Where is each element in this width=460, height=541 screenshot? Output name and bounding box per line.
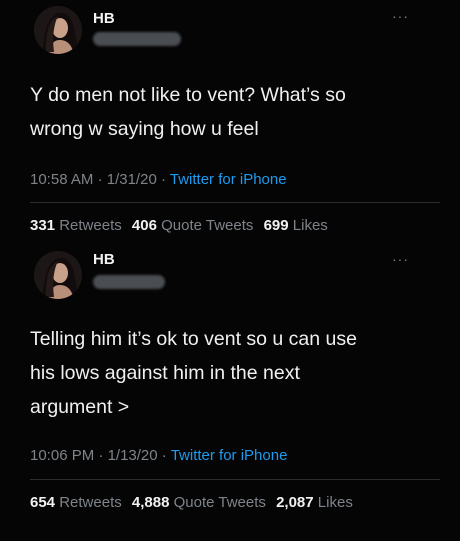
likes-label: Likes <box>317 494 353 511</box>
likes-count: 2,087 <box>276 494 314 511</box>
tweet-text: Telling him it’s ok to vent so u can use… <box>30 322 440 424</box>
tweet-stats: 331 Retweets 406 Quote Tweets 699 Likes <box>30 217 334 234</box>
meta-separator: · <box>98 447 108 464</box>
meta-separator: · <box>160 171 170 188</box>
avatar-photo-icon <box>34 251 82 299</box>
tweet-text: Y do men not like to vent? What’s so wro… <box>30 78 440 146</box>
author-name[interactable]: HB <box>93 251 115 268</box>
tweet-time[interactable]: 10:58 AM <box>30 171 93 188</box>
quote-tweets-count: 406 <box>131 217 157 234</box>
more-dots-icon[interactable]: ··· <box>392 251 409 267</box>
tweet-1[interactable]: HB ··· Y do men not like to vent? What’s… <box>0 0 460 245</box>
tweet-text-line: his lows against him in the next <box>30 362 300 384</box>
tweet-source[interactable]: Twitter for iPhone <box>170 171 287 188</box>
retweets-count: 654 <box>30 494 56 511</box>
tweet-text-line: Y do men not like to vent? What’s so <box>30 84 346 106</box>
blurred-handle <box>93 32 181 46</box>
tweet-source[interactable]: Twitter for iPhone <box>171 447 288 464</box>
avatar[interactable] <box>34 6 82 54</box>
tweet-date[interactable]: 1/13/20 <box>108 447 158 464</box>
tweet-stats: 654 Retweets 4,888 Quote Tweets 2,087 Li… <box>30 494 359 511</box>
likes-label: Likes <box>292 217 328 234</box>
author-name[interactable]: HB <box>93 10 115 27</box>
likes-stat[interactable]: 2,087 Likes <box>276 494 353 511</box>
retweets-label: Retweets <box>59 217 122 234</box>
tweet-text-line: argument > <box>30 396 130 418</box>
tweet-text-line: wrong w saying how u feel <box>30 118 259 140</box>
meta-separator: · <box>161 447 171 464</box>
tweet-time[interactable]: 10:06 PM <box>30 447 94 464</box>
meta-separator: · <box>97 171 107 188</box>
quote-tweets-label: Quote Tweets <box>161 217 254 234</box>
retweets-count: 331 <box>30 217 56 234</box>
likes-count: 699 <box>263 217 289 234</box>
blurred-handle <box>93 275 165 289</box>
tweet-meta: 10:58 AM · 1/31/20 · Twitter for iPhone <box>30 171 287 188</box>
avatar-photo-icon <box>34 6 82 54</box>
avatar[interactable] <box>34 251 82 299</box>
retweets-label: Retweets <box>59 494 122 511</box>
divider <box>30 479 440 480</box>
quote-tweets-count: 4,888 <box>131 494 170 511</box>
likes-stat[interactable]: 699 Likes <box>264 217 328 234</box>
retweets-stat[interactable]: 654 Retweets <box>30 494 122 511</box>
quote-tweets-stat[interactable]: 4,888 Quote Tweets <box>132 494 266 511</box>
divider <box>30 202 440 203</box>
more-dots-icon[interactable]: ··· <box>392 8 409 24</box>
retweets-stat[interactable]: 331 Retweets <box>30 217 122 234</box>
quote-tweets-stat[interactable]: 406 Quote Tweets <box>132 217 253 234</box>
tweet-2[interactable]: HB ··· Telling him it’s ok to vent so u … <box>0 245 460 541</box>
tweet-meta: 10:06 PM · 1/13/20 · Twitter for iPhone <box>30 447 287 464</box>
quote-tweets-label: Quote Tweets <box>173 494 266 511</box>
tweet-date[interactable]: 1/31/20 <box>107 171 157 188</box>
tweet-text-line: Telling him it’s ok to vent so u can use <box>30 328 357 350</box>
